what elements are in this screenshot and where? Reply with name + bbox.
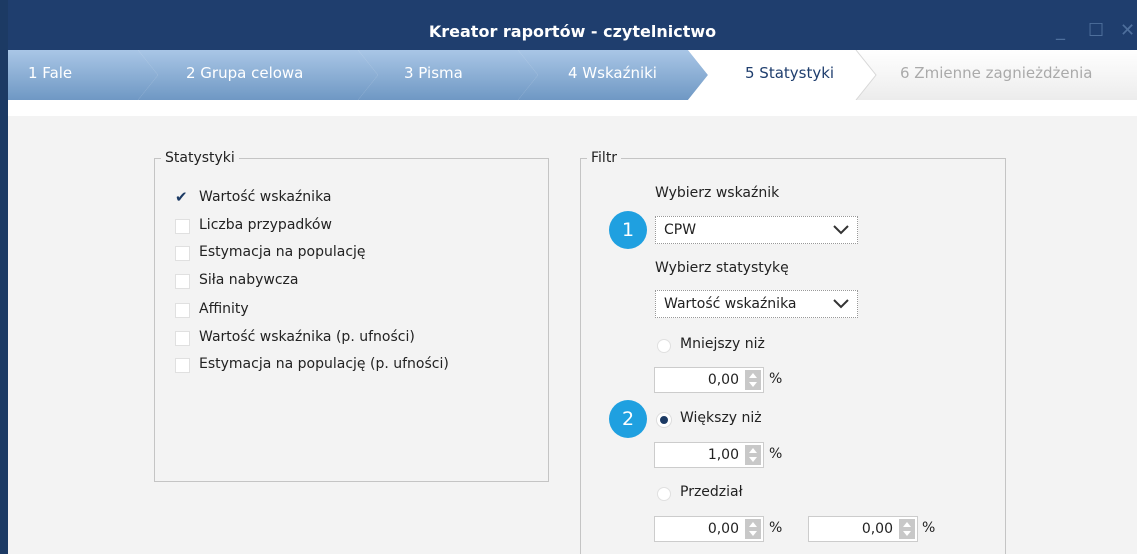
percent-label: % <box>769 446 783 462</box>
checkbox-label: Estymacja na populację (p. ufności) <box>199 356 449 372</box>
indicator-select-value: CPW <box>664 222 697 238</box>
checkbox-label: Liczba przypadków <box>199 217 332 233</box>
range-to-input[interactable]: 0,00 <box>808 516 918 542</box>
report-wizard-window: Kreator raportów - czytelnictwo _ ☐ ✕ 1 … <box>0 0 1137 554</box>
checkbox-label: Wartość wskaźnika (p. ufności) <box>199 329 415 345</box>
step-1-fale[interactable]: 1 Fale <box>28 64 72 82</box>
wizard-separator <box>8 100 1137 116</box>
checkbox-liczba-przypadkow[interactable] <box>175 219 190 234</box>
step-5-statystyki[interactable]: 5 Statystyki <box>745 64 834 82</box>
callout-badge-1: 1 <box>609 211 647 249</box>
checkbox-estymacja-na-populacje[interactable] <box>175 246 190 261</box>
indicator-select[interactable]: CPW <box>655 216 858 244</box>
range-from-value: 0,00 <box>707 521 739 537</box>
percent-label: % <box>769 520 783 536</box>
statistic-select[interactable]: Wartość wskaźnika <box>655 290 858 318</box>
range-from-input[interactable]: 0,00 <box>654 516 764 542</box>
step-2-grupa-celowa[interactable]: 2 Grupa celowa <box>186 64 303 82</box>
checkbox-affinity[interactable] <box>175 303 190 318</box>
checkbox-label: Estymacja na populację <box>199 244 366 260</box>
statistic-select-value: Wartość wskaźnika <box>664 296 797 312</box>
less-than-input[interactable]: 0,00 <box>654 367 764 393</box>
wizard-steps: 1 Fale 2 Grupa celowa 3 Pisma 4 Wskaźnik… <box>8 50 1137 100</box>
checkbox-label: Siła nabywcza <box>199 272 299 288</box>
percent-label: % <box>922 520 936 536</box>
checkbox-sila-nabywcza[interactable] <box>175 274 190 289</box>
filtr-legend: Filtr <box>591 150 618 166</box>
callout-badge-2: 2 <box>609 400 647 438</box>
checkbox-label: Wartość wskaźnika <box>199 189 332 205</box>
chevron-down-icon <box>833 225 849 235</box>
checkbox-label: Affinity <box>199 301 249 317</box>
step-4-wskazniki[interactable]: 4 Wskaźniki <box>568 64 657 82</box>
maximize-icon[interactable]: ☐ <box>1088 20 1104 41</box>
window-title: Kreator raportów - czytelnictwo <box>428 22 717 41</box>
radio-mniejszy-niz-label: Mniejszy niż <box>680 336 765 352</box>
step-3-pisma[interactable]: 3 Pisma <box>404 64 463 82</box>
greater-than-value: 1,00 <box>707 447 739 463</box>
indicator-label: Wybierz wskaźnik <box>655 185 780 201</box>
filtr-group: Filtr <box>580 150 1006 554</box>
spinner-icon[interactable] <box>745 445 761 465</box>
radio-mniejszy-niz[interactable] <box>657 339 671 353</box>
title-bar: Kreator raportów - czytelnictwo _ ☐ ✕ <box>8 0 1137 50</box>
radio-wiekszy-niz[interactable] <box>657 413 671 427</box>
radio-przedzial[interactable] <box>657 487 671 501</box>
chevron-down-icon <box>833 299 849 309</box>
range-to-value: 0,00 <box>861 521 893 537</box>
percent-label: % <box>769 371 783 387</box>
statystyki-legend: Statystyki <box>165 150 235 166</box>
minimize-icon[interactable]: _ <box>1056 20 1065 41</box>
spinner-icon[interactable] <box>745 519 761 539</box>
radio-wiekszy-niz-label: Większy niż <box>680 410 762 426</box>
checkbox-wartosc-wskaznika-p-ufnosci[interactable] <box>175 331 190 346</box>
spinner-icon[interactable] <box>899 519 915 539</box>
statistic-label: Wybierz statystykę <box>655 260 789 276</box>
checkbox-wartosc-wskaznika[interactable] <box>175 188 190 206</box>
radio-przedzial-label: Przedział <box>680 484 743 500</box>
window-left-border <box>0 0 8 554</box>
checkbox-estymacja-na-populacje-p-ufnosci[interactable] <box>175 358 190 373</box>
spinner-icon[interactable] <box>745 370 761 390</box>
close-icon[interactable]: ✕ <box>1120 20 1135 41</box>
greater-than-input[interactable]: 1,00 <box>654 442 764 468</box>
step-6-zmienne-zagniezdzenia: 6 Zmienne zagnieżdżenia <box>900 64 1093 82</box>
less-than-value: 0,00 <box>707 372 739 388</box>
